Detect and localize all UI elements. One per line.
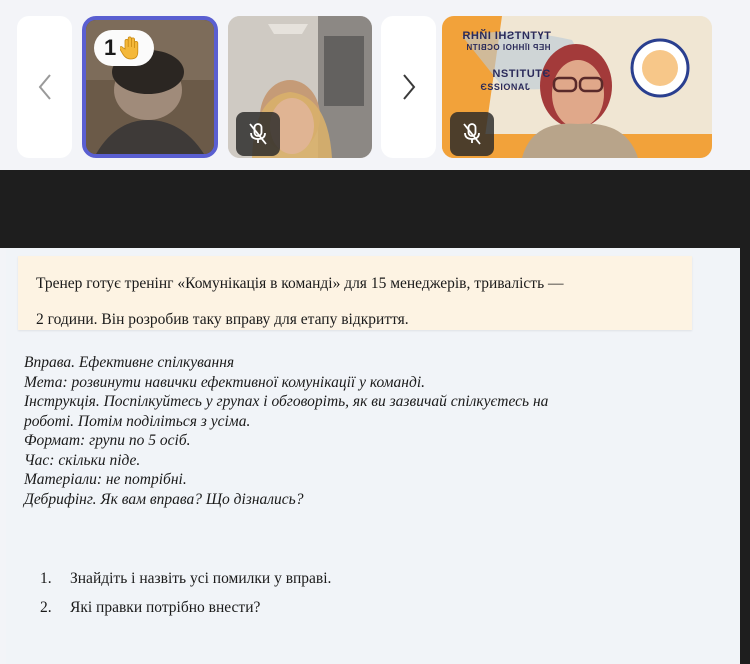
callout-line-2: 2 години. Він розробив таку вправу для е… <box>36 311 409 328</box>
banner-line-4: ЈАИОІƧƧЭ <box>480 82 530 92</box>
questions-list: 1. Знайдіть і назвіть усі помилки у вправ… <box>40 564 331 622</box>
callout-line-1: Тренер готує тренінг «Комунікація в кома… <box>36 275 564 292</box>
question-number: 1. <box>40 570 52 587</box>
next-participants-button[interactable] <box>381 16 436 158</box>
banner-line-3: ЭТUTITƧИ <box>492 68 551 80</box>
mic-off-icon <box>249 123 267 145</box>
exercise-materials: Матеріали: не потрібні. <box>24 471 187 488</box>
shared-screen-right-edge <box>740 248 750 664</box>
shared-screen-top-band <box>0 170 750 248</box>
exercise-debriefing: Дебрифінг. Як вам вправа? Що дізнались? <box>24 490 304 508</box>
banner-line-2: НЕР ІЇННОІ ОСВІТИ <box>466 43 551 52</box>
participant-tile-1[interactable]: 1 <box>82 16 218 158</box>
exercise-instruction-2: роботі. Потім поділіться з усіма. <box>24 412 251 430</box>
mic-muted-indicator <box>450 112 494 156</box>
chevron-left-icon <box>38 74 51 100</box>
exercise-goal: Мета: розвинути навички ефективної комун… <box>24 373 426 391</box>
list-item: 2. Які правки потрібно внести? <box>40 593 331 622</box>
raised-hand-count: 1 <box>104 35 117 60</box>
question-text: Знайдіть і назвіть усі помилки у вправі. <box>70 570 332 587</box>
raised-hand-icon <box>120 36 139 60</box>
banner-line-1: ТҮТИТЅНІ ІЙНЯ <box>462 30 551 42</box>
exercise-title: Вправа. Ефективне спілкування <box>24 354 235 371</box>
question-number: 2. <box>40 599 52 616</box>
raised-hand-badge: 1 <box>94 30 154 66</box>
chevron-right-icon <box>402 74 415 100</box>
exercise-instruction-1: Інструкція. Поспілкуйтесь у групах і обг… <box>24 393 549 410</box>
previous-participants-button[interactable] <box>17 16 72 158</box>
participant-strip: 1 ТҮТИТЅНІ ІЙНЯ НЕР ІЇННОІ ОСВІТИ ЭТUTIT… <box>0 0 750 170</box>
mic-muted-indicator <box>236 112 280 156</box>
shared-slide: Тренер готує тренінг «Комунікація в кома… <box>6 248 740 664</box>
participant-tile-2[interactable] <box>228 16 372 158</box>
task-callout: Тренер готує тренінг «Комунікація в кома… <box>18 256 692 330</box>
question-text: Які правки потрібно внести? <box>70 599 261 616</box>
exercise-time: Час: скільки піде. <box>24 451 141 469</box>
participant-tile-3[interactable]: ТҮТИТЅНІ ІЙНЯ НЕР ІЇННОІ ОСВІТИ ЭТUTITƧИ… <box>442 16 712 158</box>
exercise-format: Формат: групи по 5 осіб. <box>24 432 191 449</box>
list-item: 1. Знайдіть і назвіть усі помилки у вправ… <box>40 564 331 593</box>
exercise-description: Вправа. Ефективне спілкування Мета: розв… <box>24 353 548 509</box>
mic-off-icon <box>463 123 481 145</box>
